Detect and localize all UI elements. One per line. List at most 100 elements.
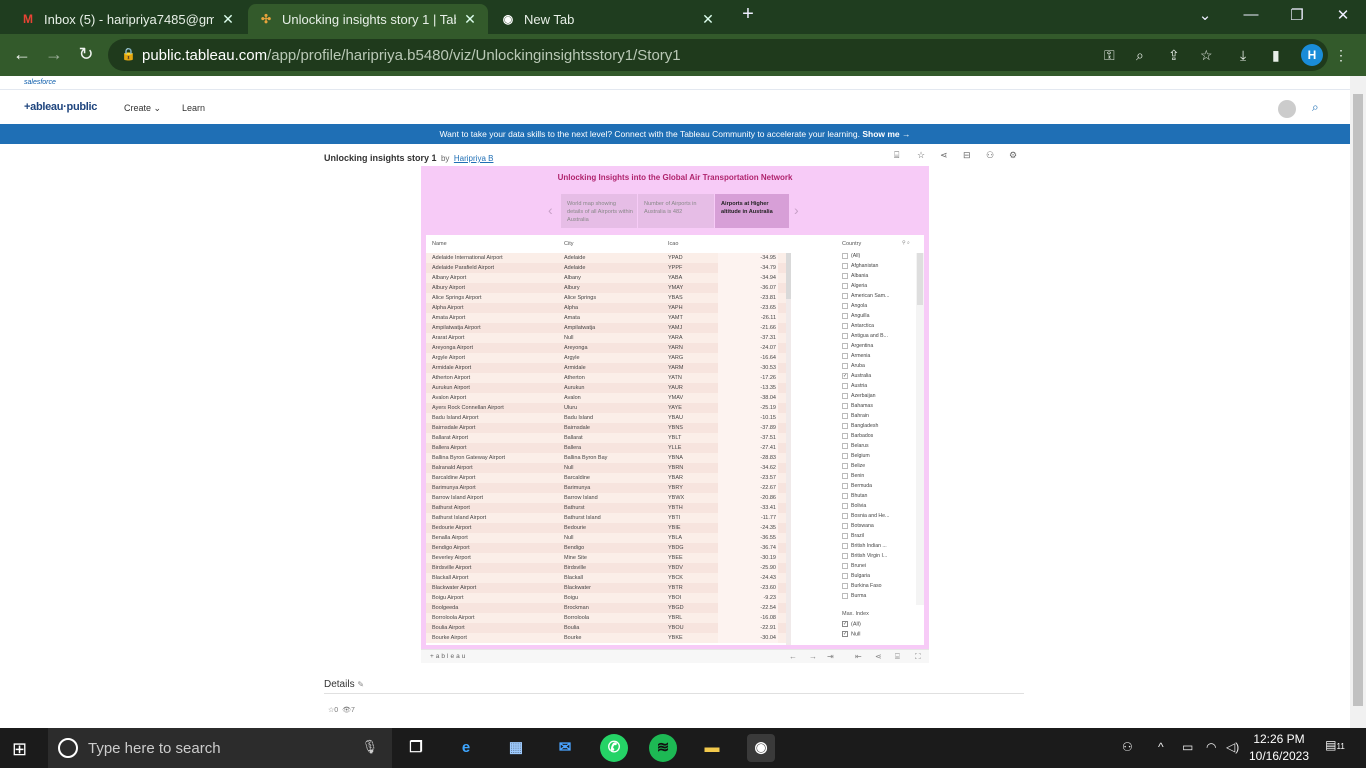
checkbox[interactable] (842, 522, 848, 529)
country-option[interactable]: British Indian ... (842, 541, 914, 551)
table-row[interactable]: Albury Airport Albury YMAY -36.07 (426, 283, 791, 293)
country-option[interactable]: Albania (842, 271, 914, 281)
close-window-button[interactable]: ✕ (1328, 6, 1358, 24)
checkbox[interactable] (842, 362, 848, 369)
table-row[interactable]: Balranald Airport Null YBRN -34.62 (426, 463, 791, 473)
table-row[interactable]: Benalla Airport Null YBLA -36.55 (426, 533, 791, 543)
share-icon[interactable]: ⋖ (875, 652, 882, 661)
user-avatar[interactable] (1278, 100, 1296, 118)
tab-tableau[interactable]: ✣ Unlocking insights story 1 | Table ✕ (248, 4, 488, 34)
table-row[interactable]: Badu Island Airport Badu Island YBAU -10.15 (426, 413, 791, 423)
table-row[interactable]: Avalon Airport Avalon YMAV -38.04 (426, 393, 791, 403)
country-option[interactable]: Anguilla (842, 311, 914, 321)
table-row[interactable]: Ballarat Airport Ballarat YBLT -37.51 (426, 433, 791, 443)
checkbox[interactable] (842, 502, 848, 509)
checkbox[interactable] (842, 582, 848, 589)
battery-icon[interactable]: ▭ (1182, 740, 1193, 754)
user-icon[interactable]: ⚇ (986, 150, 994, 161)
country-option[interactable]: Burkina Faso (842, 581, 914, 591)
present-icon[interactable]: ⊟ (963, 150, 971, 161)
nav-create[interactable]: Create ⌄ (124, 103, 161, 114)
max-index-all[interactable]: ✓ (All) (842, 621, 861, 627)
table-row[interactable]: Barcaldine Airport Barcaldine YBAR -23.57 (426, 473, 791, 483)
table-scrollbar[interactable] (786, 253, 791, 645)
microphone-icon[interactable]: 🎙 (361, 739, 378, 755)
country-option[interactable]: Aruba (842, 361, 914, 371)
details-heading[interactable]: Details ✎ (324, 679, 364, 690)
country-option[interactable]: Austria (842, 381, 914, 391)
table-row[interactable]: Armidale Airport Armidale YARM -30.53 (426, 363, 791, 373)
first-point-icon[interactable]: ⇤ (855, 652, 862, 661)
spotify-icon[interactable]: ≋ (649, 734, 677, 762)
table-row[interactable]: Borroloola Airport Borroloola YBRL -16.08 (426, 613, 791, 623)
checkbox[interactable] (842, 462, 848, 469)
notification-icon[interactable]: ▤11 (1324, 738, 1346, 756)
country-option[interactable]: Burma (842, 591, 914, 601)
country-option[interactable]: Bahrain (842, 411, 914, 421)
table-row[interactable]: Bendigo Airport Bendigo YBDG -36.74 (426, 543, 791, 553)
system-clock[interactable]: 12:26 PM 10/16/2023 (1244, 731, 1314, 765)
checkbox[interactable] (842, 512, 848, 519)
checkbox[interactable] (842, 402, 848, 409)
table-row[interactable]: Ararat Airport Null YARA -37.31 (426, 333, 791, 343)
mail-icon[interactable]: ✉ (551, 734, 579, 762)
forward-icon[interactable]: → (42, 44, 66, 65)
checkbox[interactable] (842, 302, 848, 309)
file-explorer-icon[interactable]: ▬ (698, 734, 726, 762)
table-row[interactable]: Bathurst Airport Bathurst YBTH -33.41 (426, 503, 791, 513)
favorite-icon[interactable]: ☆ (917, 150, 925, 161)
country-option[interactable]: Azerbaijan (842, 391, 914, 401)
checkbox[interactable] (842, 592, 848, 599)
checkbox[interactable] (842, 322, 848, 329)
author-link[interactable]: Haripriya B (454, 154, 494, 163)
story-point-1[interactable]: World map showing details of all Airport… (561, 194, 637, 228)
checkbox[interactable] (842, 392, 848, 399)
table-row[interactable]: Beverley Airport Mine Site YBEE -30.19 (426, 553, 791, 563)
table-row[interactable]: Birdsville Airport Birdsville YBDV -25.90 (426, 563, 791, 573)
tab-new[interactable]: ◉ New Tab ✕ (490, 4, 726, 34)
volume-icon[interactable]: ◁) (1226, 740, 1239, 754)
sidepanel-icon[interactable]: ▮ (1272, 47, 1280, 64)
salesforce-logo[interactable]: salesforce (24, 79, 56, 86)
search-icon[interactable]: ⌕ (1312, 100, 1319, 115)
country-option[interactable]: Botswana (842, 521, 914, 531)
country-option[interactable]: Bolivia (842, 501, 914, 511)
table-row[interactable]: Boigu Airport Boigu YBOI -9.23 (426, 593, 791, 603)
settings-icon[interactable]: ⚙ (1009, 150, 1017, 161)
checkbox[interactable] (842, 532, 848, 539)
task-view-icon[interactable]: ❐ (402, 734, 430, 762)
new-tab-button[interactable]: + (733, 3, 763, 26)
table-row[interactable]: Barimunya Airport Barimunya YBRY -22.67 (426, 483, 791, 493)
comment-icon[interactable]: ⌸ (895, 652, 900, 662)
checkbox[interactable] (842, 342, 848, 349)
store-icon[interactable]: ▦ (502, 734, 530, 762)
zoom-icon[interactable]: ⌕ (1136, 47, 1144, 64)
minimize-button[interactable]: — (1236, 6, 1266, 23)
checkbox[interactable] (842, 472, 848, 479)
checkbox[interactable] (842, 382, 848, 389)
country-option[interactable]: Belarus (842, 441, 914, 451)
checkbox[interactable] (842, 292, 848, 299)
filter-options-icon[interactable]: ⚲ ⌕ (902, 240, 910, 246)
fullscreen-icon[interactable]: ⛶ (915, 652, 921, 662)
table-row[interactable]: Areyonga Airport Areyonga YARN -24.07 (426, 343, 791, 353)
country-option[interactable]: British Virgin I... (842, 551, 914, 561)
download-icon[interactable]: ⤓ (1240, 47, 1246, 64)
close-icon[interactable]: ✕ (700, 11, 716, 28)
country-option[interactable]: Armenia (842, 351, 914, 361)
nav-learn[interactable]: Learn (182, 103, 205, 113)
country-option[interactable]: Bulgaria (842, 571, 914, 581)
checkbox[interactable]: ✓ (842, 372, 848, 379)
country-option[interactable]: Argentina (842, 341, 914, 351)
table-row[interactable]: Bathurst Island Airport Bathurst Island YB… (426, 513, 791, 523)
tab-search-icon[interactable]: ⌄ (1190, 6, 1220, 24)
table-row[interactable]: Barrow Island Airport Barrow Island YBWX -2… (426, 493, 791, 503)
banner-link[interactable]: Show me → (862, 129, 910, 139)
checkbox[interactable] (842, 572, 848, 579)
table-row[interactable]: Blackwater Airport Blackwater YBTR -23.60 (426, 583, 791, 593)
table-row[interactable]: Adelaide International Airport Adelaide YP… (426, 253, 791, 263)
checkbox[interactable] (842, 452, 848, 459)
checkbox[interactable] (842, 482, 848, 489)
taskbar-search[interactable]: Type here to search 🎙 (48, 728, 392, 768)
country-option[interactable]: Brazil (842, 531, 914, 541)
